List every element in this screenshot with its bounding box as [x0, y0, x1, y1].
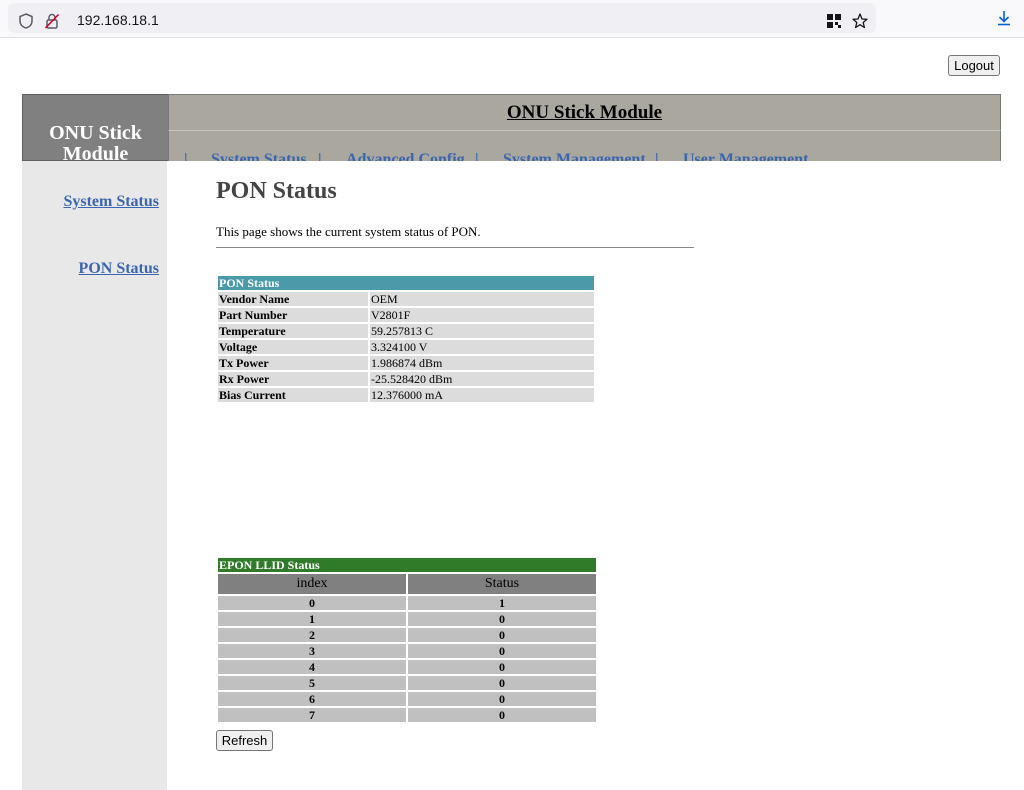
row-label: Tx Power [218, 356, 368, 370]
table-title-row: EPON LLID Status [218, 558, 596, 572]
page-title: ONU Stick Module [506, 102, 663, 123]
nav-system-management[interactable]: System Management [503, 151, 646, 161]
index-cell: 6 [218, 692, 406, 706]
status-cell: 1 [408, 596, 596, 610]
logo-panel: ONU Stick Module [22, 94, 169, 161]
index-cell: 5 [218, 676, 406, 690]
column-header-status: Status [408, 574, 596, 594]
table-row: Tx Power 1.986874 dBm [218, 356, 594, 370]
index-cell: 7 [218, 708, 406, 722]
page-heading: PON Status [216, 178, 337, 204]
table-row: Bias Current 12.376000 mA [218, 388, 594, 402]
top-nav: | System Status | Advanced Config | Syst… [168, 130, 1001, 161]
table-title-row: PON Status [218, 276, 594, 290]
table-row: 1 0 [218, 612, 596, 626]
index-cell: 4 [218, 660, 406, 674]
index-cell: 1 [218, 612, 406, 626]
star-bookmark-icon[interactable] [851, 12, 869, 30]
divider [216, 247, 694, 248]
nav-user-management[interactable]: User Management [683, 151, 808, 161]
row-value: OEM [370, 292, 594, 306]
refresh-button[interactable]: Refresh [216, 730, 273, 751]
browser-toolbar: 192.168.18.1 [0, 0, 1024, 38]
row-value: 59.257813 C [370, 324, 594, 338]
table-row: 0 1 [218, 596, 596, 610]
status-cell: 0 [408, 660, 596, 674]
sidebar-item-pon-status[interactable]: PON Status [79, 260, 159, 278]
sidebar-item-system-status[interactable]: System Status [63, 193, 159, 211]
table-row: 6 0 [218, 692, 596, 706]
status-cell: 0 [408, 644, 596, 658]
row-value: 3.324100 V [370, 340, 594, 354]
nav-separator: | [184, 151, 188, 161]
download-icon[interactable] [995, 9, 1013, 27]
row-label: Bias Current [218, 388, 368, 402]
row-value: 1.986874 dBm [370, 356, 594, 370]
index-cell: 3 [218, 644, 406, 658]
nav-system-status[interactable]: System Status [211, 151, 307, 161]
nav-separator: | [655, 151, 659, 161]
title-bar: ONU Stick Module [168, 94, 1001, 131]
logout-button[interactable]: Logout [948, 55, 1000, 76]
table-title: PON Status [218, 276, 594, 290]
qr-code-icon[interactable] [825, 12, 843, 30]
table-header-row: index Status [218, 574, 596, 594]
shield-icon[interactable] [17, 12, 35, 30]
sidebar: System Status PON Status [22, 161, 167, 790]
status-cell: 0 [408, 708, 596, 722]
row-label: Vendor Name [218, 292, 368, 306]
table-row: Voltage 3.324100 V [218, 340, 594, 354]
row-value: 12.376000 mA [370, 388, 594, 402]
table-row: Vendor Name OEM [218, 292, 594, 306]
table-row: 2 0 [218, 628, 596, 642]
row-value: V2801F [370, 308, 594, 322]
insecure-lock-icon[interactable] [43, 12, 61, 30]
nav-separator: | [318, 151, 322, 161]
page-description: This page shows the current system statu… [216, 224, 481, 239]
table-row: Temperature 59.257813 C [218, 324, 594, 338]
table-title: EPON LLID Status [218, 558, 596, 572]
table-row: Part Number V2801F [218, 308, 594, 322]
index-cell: 2 [218, 628, 406, 642]
row-value: -25.528420 dBm [370, 372, 594, 386]
column-header-index: index [218, 574, 406, 594]
pon-status-table: PON Status Vendor Name OEM Part Number V… [216, 274, 596, 404]
logo-text: ONU Stick Module [49, 122, 142, 161]
status-cell: 0 [408, 612, 596, 626]
epon-llid-table: EPON LLID Status index Status 0 1 1 0 2 … [216, 556, 598, 724]
url-text[interactable]: 192.168.18.1 [77, 12, 159, 28]
status-cell: 0 [408, 692, 596, 706]
index-cell: 0 [218, 596, 406, 610]
nav-separator: | [475, 151, 479, 161]
table-row: 4 0 [218, 660, 596, 674]
row-label: Rx Power [218, 372, 368, 386]
table-row: 5 0 [218, 676, 596, 690]
table-row: Rx Power -25.528420 dBm [218, 372, 594, 386]
row-label: Temperature [218, 324, 368, 338]
status-cell: 0 [408, 676, 596, 690]
address-bar[interactable]: 192.168.18.1 [8, 3, 876, 33]
table-row: 3 0 [218, 644, 596, 658]
status-cell: 0 [408, 628, 596, 642]
nav-advanced-config[interactable]: Advanced Config [346, 151, 465, 161]
table-row: 7 0 [218, 708, 596, 722]
row-label: Voltage [218, 340, 368, 354]
row-label: Part Number [218, 308, 368, 322]
